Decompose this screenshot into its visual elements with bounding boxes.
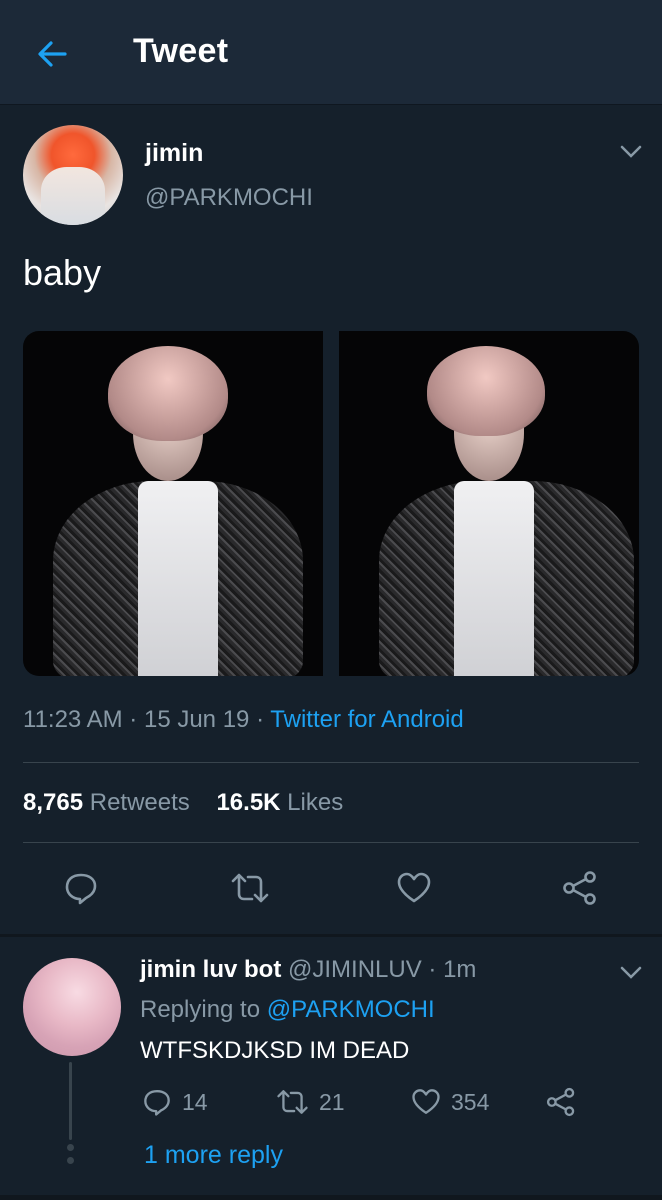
reply-header: jimin luv bot @JIMINLUV · 1m [140, 956, 476, 984]
author-handle[interactable]: @PARKMOCHI [145, 184, 313, 212]
reply-likes-count: 354 [451, 1088, 490, 1115]
reply-button[interactable] [63, 870, 99, 906]
retweets-count: 8,765 [23, 789, 84, 816]
retweets-label: Retweets [89, 789, 190, 816]
like-icon [397, 872, 431, 903]
tweet-text: baby [23, 252, 102, 293]
tweet-source-link[interactable]: Twitter for Android [270, 706, 463, 733]
page-title: Tweet [133, 32, 229, 70]
author-avatar[interactable] [23, 125, 123, 225]
reply-retweet-button[interactable]: 21 [276, 1086, 345, 1118]
share-icon [546, 1087, 575, 1117]
separator-dot: · [129, 706, 144, 733]
retweet-icon [277, 1090, 308, 1114]
retweet-icon [231, 873, 269, 903]
retweet-button[interactable] [230, 870, 269, 906]
separator-dot: · [256, 706, 271, 733]
top-app-bar: Tweet [0, 0, 662, 105]
section-divider [0, 934, 662, 937]
tweet-photo-2[interactable] [339, 331, 639, 676]
reply-menu-button[interactable] [620, 966, 642, 980]
chevron-down-icon [620, 145, 642, 158]
thread-dot [67, 1144, 74, 1151]
like-icon [412, 1089, 440, 1114]
replying-prefix: Replying to [140, 996, 261, 1023]
reply-reply-button[interactable]: 14 [142, 1086, 208, 1118]
separator-dot: · [428, 956, 444, 983]
reply-like-button[interactable]: 354 [411, 1086, 489, 1118]
tweet-date: 15 Jun 19 [143, 706, 250, 733]
reply-author-handle[interactable]: @JIMINLUV [288, 956, 422, 983]
divider [23, 762, 639, 763]
tweet-menu-button[interactable] [620, 145, 642, 159]
reply-author-avatar[interactable] [23, 958, 121, 1056]
engagement-stats: 8,765 Retweets 16.5K Likes [23, 789, 343, 817]
reply-replies-count: 14 [182, 1088, 208, 1115]
tweet-timestamp-row: 11:23 AM · 15 Jun 19 · Twitter for Andro… [23, 706, 464, 734]
reply-retweets-count: 21 [319, 1088, 345, 1115]
likes-label: Likes [287, 789, 344, 816]
likes-count: 16.5K [216, 789, 281, 816]
chevron-down-icon [620, 966, 642, 979]
tweet-time: 11:23 AM [23, 706, 123, 733]
tweet-photo-1[interactable] [23, 331, 323, 676]
reply-share-button[interactable] [545, 1086, 577, 1118]
replying-to: Replying to @PARKMOCHI [140, 996, 435, 1024]
reply-author-name[interactable]: jimin luv bot [140, 956, 281, 983]
reply-time: 1m [443, 956, 477, 983]
share-icon [563, 871, 596, 905]
reply-icon [144, 1090, 170, 1116]
thread-line [69, 1062, 72, 1140]
more-replies-link[interactable]: 1 more reply [144, 1141, 283, 1170]
likes-stat[interactable]: 16.5K Likes [216, 789, 343, 816]
reply-icon [65, 873, 97, 905]
divider [23, 842, 639, 843]
arrow-left-icon [38, 41, 67, 67]
replying-handle-link[interactable]: @PARKMOCHI [267, 996, 435, 1023]
like-button[interactable] [396, 870, 432, 906]
section-divider [0, 1195, 662, 1200]
thread-dot [67, 1157, 74, 1164]
back-button[interactable] [34, 36, 70, 72]
retweets-stat[interactable]: 8,765 Retweets [23, 789, 190, 816]
author-name[interactable]: jimin [145, 139, 203, 168]
reply-text: WTFSKDJKSD IM DEAD [140, 1037, 410, 1064]
share-button[interactable] [561, 870, 597, 906]
